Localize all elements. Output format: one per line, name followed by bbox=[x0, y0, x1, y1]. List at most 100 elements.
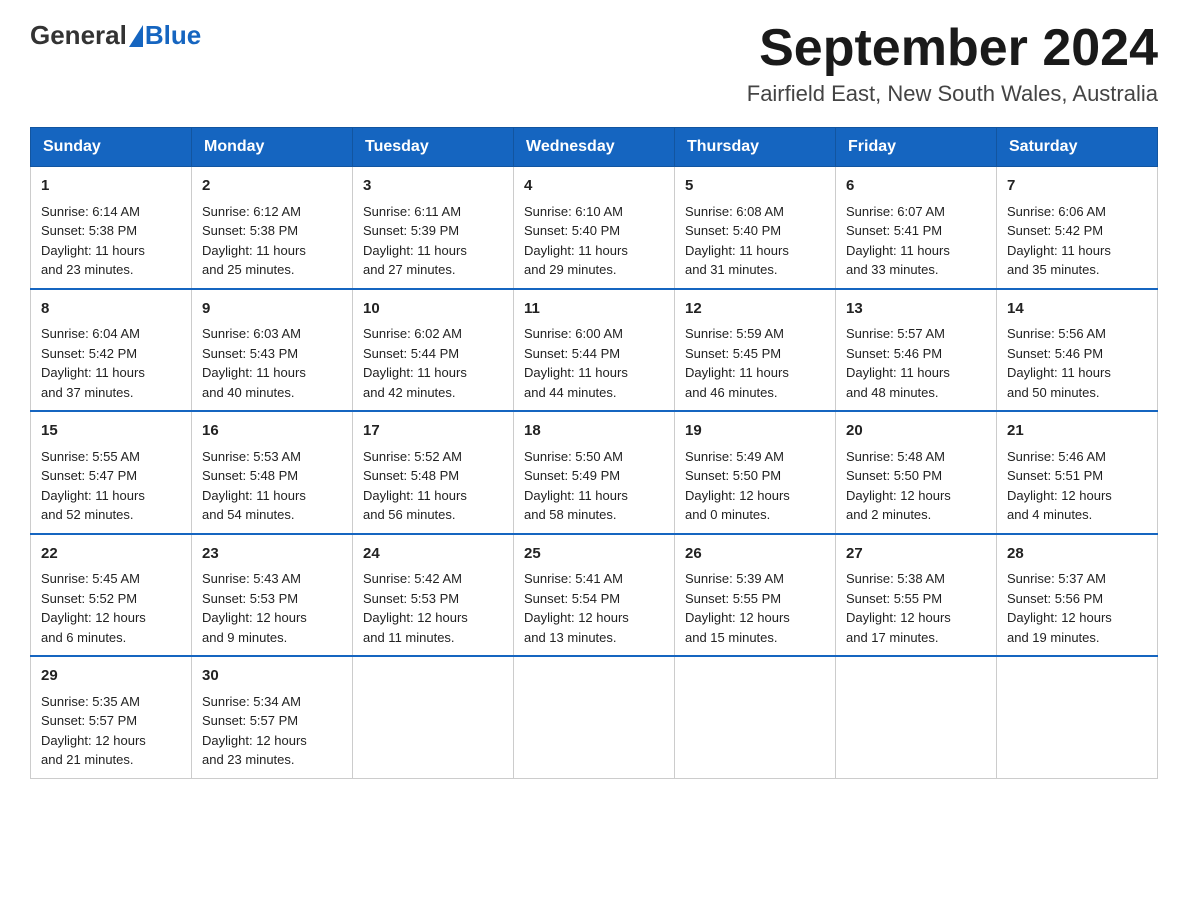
day-info: Sunrise: 5:53 AMSunset: 5:48 PMDaylight:… bbox=[202, 447, 342, 525]
calendar-cell bbox=[675, 656, 836, 778]
calendar-cell: 10 Sunrise: 6:02 AMSunset: 5:44 PMDayligh… bbox=[353, 289, 514, 412]
day-number: 22 bbox=[41, 543, 181, 566]
calendar-cell: 12 Sunrise: 5:59 AMSunset: 5:45 PMDayligh… bbox=[675, 289, 836, 412]
day-info: Sunrise: 5:52 AMSunset: 5:48 PMDaylight:… bbox=[363, 447, 503, 525]
logo-general-text: General bbox=[30, 20, 127, 51]
day-info: Sunrise: 5:55 AMSunset: 5:47 PMDaylight:… bbox=[41, 447, 181, 525]
day-number: 13 bbox=[846, 298, 986, 321]
title-area: September 2024 Fairfield East, New South… bbox=[747, 20, 1158, 107]
day-info: Sunrise: 6:10 AMSunset: 5:40 PMDaylight:… bbox=[524, 202, 664, 280]
weekday-header-tuesday: Tuesday bbox=[353, 128, 514, 167]
day-info: Sunrise: 5:56 AMSunset: 5:46 PMDaylight:… bbox=[1007, 324, 1147, 402]
weekday-header-monday: Monday bbox=[192, 128, 353, 167]
day-number: 17 bbox=[363, 420, 503, 443]
calendar-cell: 15 Sunrise: 5:55 AMSunset: 5:47 PMDayligh… bbox=[31, 411, 192, 534]
calendar-cell: 14 Sunrise: 5:56 AMSunset: 5:46 PMDayligh… bbox=[997, 289, 1158, 412]
day-info: Sunrise: 5:50 AMSunset: 5:49 PMDaylight:… bbox=[524, 447, 664, 525]
day-info: Sunrise: 5:41 AMSunset: 5:54 PMDaylight:… bbox=[524, 569, 664, 647]
calendar-cell: 23 Sunrise: 5:43 AMSunset: 5:53 PMDayligh… bbox=[192, 534, 353, 657]
day-info: Sunrise: 5:48 AMSunset: 5:50 PMDaylight:… bbox=[846, 447, 986, 525]
day-info: Sunrise: 5:49 AMSunset: 5:50 PMDaylight:… bbox=[685, 447, 825, 525]
day-number: 18 bbox=[524, 420, 664, 443]
calendar-cell: 5Sunrise: 6:08 AMSunset: 5:40 PMDaylight… bbox=[675, 167, 836, 289]
day-info: Sunrise: 5:46 AMSunset: 5:51 PMDaylight:… bbox=[1007, 447, 1147, 525]
day-number: 14 bbox=[1007, 298, 1147, 321]
day-number: 29 bbox=[41, 665, 181, 688]
day-number: 28 bbox=[1007, 543, 1147, 566]
calendar-cell: 8Sunrise: 6:04 AMSunset: 5:42 PMDaylight… bbox=[31, 289, 192, 412]
calendar-cell: 26 Sunrise: 5:39 AMSunset: 5:55 PMDayligh… bbox=[675, 534, 836, 657]
day-info: Sunrise: 5:43 AMSunset: 5:53 PMDaylight:… bbox=[202, 569, 342, 647]
calendar-week-row-3: 15 Sunrise: 5:55 AMSunset: 5:47 PMDayligh… bbox=[31, 411, 1158, 534]
calendar-cell: 4 Sunrise: 6:10 AMSunset: 5:40 PMDaylight… bbox=[514, 167, 675, 289]
month-title: September 2024 bbox=[747, 20, 1158, 77]
day-number: 12 bbox=[685, 298, 825, 321]
calendar-week-row-5: 29 Sunrise: 5:35 AMSunset: 5:57 PMDayligh… bbox=[31, 656, 1158, 778]
calendar-cell: 19 Sunrise: 5:49 AMSunset: 5:50 PMDayligh… bbox=[675, 411, 836, 534]
day-number: 3 bbox=[363, 175, 503, 198]
day-info: Sunrise: 5:39 AMSunset: 5:55 PMDaylight:… bbox=[685, 569, 825, 647]
calendar-cell: 21 Sunrise: 5:46 AMSunset: 5:51 PMDayligh… bbox=[997, 411, 1158, 534]
calendar-cell: 28 Sunrise: 5:37 AMSunset: 5:56 PMDayligh… bbox=[997, 534, 1158, 657]
day-number: 2 bbox=[202, 175, 342, 198]
day-number: 5 bbox=[685, 175, 825, 198]
day-info: Sunrise: 5:59 AMSunset: 5:45 PMDaylight:… bbox=[685, 324, 825, 402]
calendar-cell: 20 Sunrise: 5:48 AMSunset: 5:50 PMDayligh… bbox=[836, 411, 997, 534]
calendar-cell: 29 Sunrise: 5:35 AMSunset: 5:57 PMDayligh… bbox=[31, 656, 192, 778]
day-number: 6 bbox=[846, 175, 986, 198]
day-info: Sunrise: 5:35 AMSunset: 5:57 PMDaylight:… bbox=[41, 692, 181, 770]
day-info: Sunrise: 6:03 AMSunset: 5:43 PMDaylight:… bbox=[202, 324, 342, 402]
day-info: Sunrise: 5:42 AMSunset: 5:53 PMDaylight:… bbox=[363, 569, 503, 647]
day-number: 20 bbox=[846, 420, 986, 443]
calendar-cell: 22 Sunrise: 5:45 AMSunset: 5:52 PMDayligh… bbox=[31, 534, 192, 657]
day-number: 9 bbox=[202, 298, 342, 321]
day-info: Sunrise: 5:45 AMSunset: 5:52 PMDaylight:… bbox=[41, 569, 181, 647]
calendar-cell: 2Sunrise: 6:12 AMSunset: 5:38 PMDaylight… bbox=[192, 167, 353, 289]
day-number: 30 bbox=[202, 665, 342, 688]
day-number: 10 bbox=[363, 298, 503, 321]
calendar-cell: 16 Sunrise: 5:53 AMSunset: 5:48 PMDayligh… bbox=[192, 411, 353, 534]
day-info: Sunrise: 6:02 AMSunset: 5:44 PMDaylight:… bbox=[363, 324, 503, 402]
weekday-header-row: SundayMondayTuesdayWednesdayThursdayFrid… bbox=[31, 128, 1158, 167]
calendar-cell: 3 Sunrise: 6:11 AMSunset: 5:39 PMDaylight… bbox=[353, 167, 514, 289]
day-info: Sunrise: 5:57 AMSunset: 5:46 PMDaylight:… bbox=[846, 324, 986, 402]
day-info: Sunrise: 6:04 AMSunset: 5:42 PMDaylight:… bbox=[41, 324, 181, 402]
page-header: General Blue September 2024 Fairfield Ea… bbox=[30, 20, 1158, 107]
day-info: Sunrise: 5:34 AMSunset: 5:57 PMDaylight:… bbox=[202, 692, 342, 770]
day-info: Sunrise: 5:38 AMSunset: 5:55 PMDaylight:… bbox=[846, 569, 986, 647]
day-number: 23 bbox=[202, 543, 342, 566]
calendar-cell: 30 Sunrise: 5:34 AMSunset: 5:57 PMDayligh… bbox=[192, 656, 353, 778]
calendar-week-row-1: 1Sunrise: 6:14 AMSunset: 5:38 PMDaylight… bbox=[31, 167, 1158, 289]
calendar-table: SundayMondayTuesdayWednesdayThursdayFrid… bbox=[30, 127, 1158, 779]
day-number: 16 bbox=[202, 420, 342, 443]
calendar-cell bbox=[353, 656, 514, 778]
day-number: 26 bbox=[685, 543, 825, 566]
day-info: Sunrise: 6:11 AMSunset: 5:39 PMDaylight:… bbox=[363, 202, 503, 280]
day-info: Sunrise: 6:06 AMSunset: 5:42 PMDaylight:… bbox=[1007, 202, 1147, 280]
day-number: 24 bbox=[363, 543, 503, 566]
day-info: Sunrise: 6:14 AMSunset: 5:38 PMDaylight:… bbox=[41, 202, 181, 280]
location-title: Fairfield East, New South Wales, Austral… bbox=[747, 81, 1158, 107]
day-number: 15 bbox=[41, 420, 181, 443]
calendar-cell bbox=[997, 656, 1158, 778]
day-number: 21 bbox=[1007, 420, 1147, 443]
calendar-cell: 18 Sunrise: 5:50 AMSunset: 5:49 PMDayligh… bbox=[514, 411, 675, 534]
day-number: 4 bbox=[524, 175, 664, 198]
calendar-cell: 24 Sunrise: 5:42 AMSunset: 5:53 PMDayligh… bbox=[353, 534, 514, 657]
calendar-cell bbox=[836, 656, 997, 778]
day-number: 19 bbox=[685, 420, 825, 443]
day-info: Sunrise: 5:37 AMSunset: 5:56 PMDaylight:… bbox=[1007, 569, 1147, 647]
logo: General Blue bbox=[30, 20, 201, 51]
calendar-cell: 9 Sunrise: 6:03 AMSunset: 5:43 PMDaylight… bbox=[192, 289, 353, 412]
logo-triangle-icon bbox=[129, 25, 143, 47]
calendar-cell: 17 Sunrise: 5:52 AMSunset: 5:48 PMDayligh… bbox=[353, 411, 514, 534]
calendar-cell: 13 Sunrise: 5:57 AMSunset: 5:46 PMDayligh… bbox=[836, 289, 997, 412]
day-number: 25 bbox=[524, 543, 664, 566]
weekday-header-sunday: Sunday bbox=[31, 128, 192, 167]
calendar-cell: 1Sunrise: 6:14 AMSunset: 5:38 PMDaylight… bbox=[31, 167, 192, 289]
calendar-week-row-4: 22 Sunrise: 5:45 AMSunset: 5:52 PMDayligh… bbox=[31, 534, 1158, 657]
calendar-week-row-2: 8Sunrise: 6:04 AMSunset: 5:42 PMDaylight… bbox=[31, 289, 1158, 412]
calendar-cell: 6 Sunrise: 6:07 AMSunset: 5:41 PMDaylight… bbox=[836, 167, 997, 289]
logo-blue-text: Blue bbox=[145, 20, 201, 51]
day-info: Sunrise: 6:07 AMSunset: 5:41 PMDaylight:… bbox=[846, 202, 986, 280]
